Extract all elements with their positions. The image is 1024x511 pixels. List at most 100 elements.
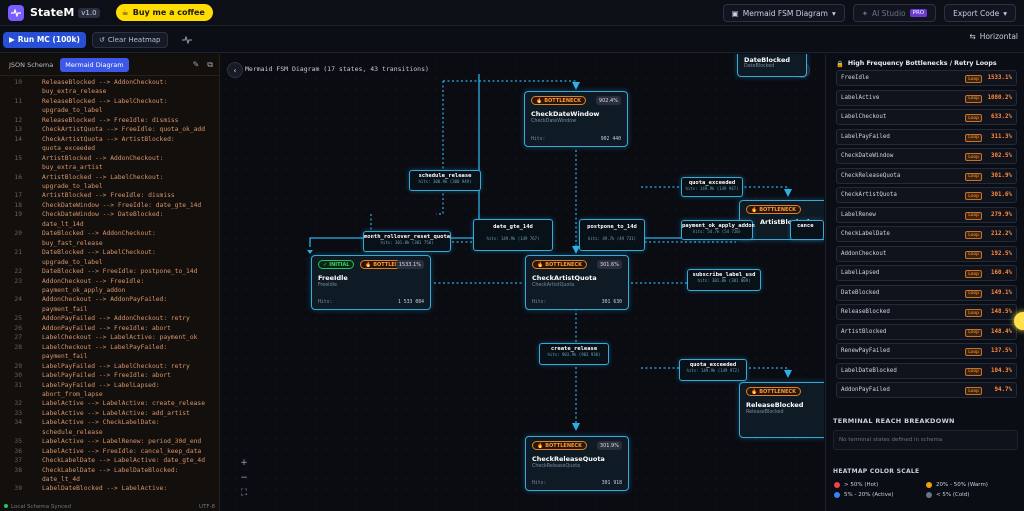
edge-label-quota-exceeded-top[interactable]: quota_exceeded hits: 149.9k (149 947) <box>681 177 743 197</box>
code-line[interactable]: 39 LabelDateBlocked --> LabelActive: <box>0 484 219 493</box>
code-line[interactable]: date_lt_4d <box>0 475 219 484</box>
code-line[interactable]: 28 LabelCheckout --> LabelPayFailed: <box>0 343 219 352</box>
code-line[interactable]: quota_exceeded <box>0 144 219 153</box>
bottleneck-row[interactable]: LabelActive Loop 1080.2% <box>836 89 1017 106</box>
code-line[interactable]: payment_fail <box>0 305 219 314</box>
node-check-release-quota[interactable]: 🔥 BOTTLENECK 301.9% CheckReleaseQuota Che… <box>525 436 629 491</box>
bottleneck-row[interactable]: CheckReleaseQuota Loop 301.9% <box>836 167 1017 184</box>
code-line[interactable]: 32 LabelActive --> LabelActive: create_re… <box>0 399 219 408</box>
code-line[interactable]: upgrade_to_label <box>0 106 219 115</box>
code-line[interactable]: 11 ReleaseBlocked --> LabelCheckout: <box>0 97 219 106</box>
code-line[interactable]: 16 ArtistBlocked --> LabelCheckout: <box>0 173 219 182</box>
copy-icon[interactable]: ⧉ <box>207 60 213 70</box>
diagram-select[interactable]: ▣ Mermaid FSM Diagram ▾ <box>722 4 845 22</box>
code-line[interactable]: buy_extra_release <box>0 87 219 96</box>
code-line[interactable]: 34 LabelActive --> CheckLabelDate: <box>0 418 219 427</box>
magic-wand-icon[interactable]: ✎ <box>193 60 200 70</box>
tab-mermaid-diagram[interactable]: Mermaid Diagram <box>60 57 129 72</box>
code-line[interactable]: 33 LabelActive --> LabelActive: add_artis… <box>0 409 219 418</box>
edge-label-payment-ok-apply-addon[interactable]: payment_ok_apply_addon hits: 54.7k (54 7… <box>681 220 755 240</box>
bottleneck-row[interactable]: CheckDateWindow Loop 302.5% <box>836 148 1017 164</box>
code-line[interactable]: 24 AddonCheckout --> AddonPayFailed: <box>0 295 219 304</box>
fit-view-button[interactable]: ⛶ <box>237 486 251 499</box>
zoom-out-button[interactable]: − <box>237 471 251 484</box>
code-line[interactable]: 25 AddonPayFailed --> AddonCheckout: retr… <box>0 314 219 323</box>
edge-label-date-gte-14d[interactable]: date_gte_14d hits: 149.9k (149 767) <box>473 219 553 251</box>
code-line[interactable]: 38 CheckLabelDate --> LabelDateBlocked: <box>0 466 219 475</box>
app-logo[interactable]: StateM v1.0 <box>8 4 100 21</box>
edge-label-postpone-to-14d[interactable]: postpone_to_14d hits: 49.7k (49 731) <box>579 219 645 251</box>
code-line[interactable]: buy_fast_release <box>0 239 219 248</box>
edge-label-month-rollover[interactable]: month_rollover_reset_quota hits: 301.0k … <box>363 231 451 252</box>
edge-label-cancel[interactable]: cance <box>790 220 824 240</box>
app-name: StateM <box>30 6 75 19</box>
node-check-artist-quota[interactable]: 🔥 BOTTLENECK 301.6% CheckArtistQuota Chec… <box>525 255 629 310</box>
code-line[interactable]: schedule_release <box>0 428 219 437</box>
bottleneck-row[interactable]: CheckArtistQuota Loop 301.6% <box>836 187 1017 203</box>
pan-left-button[interactable]: ‹ <box>227 62 243 78</box>
edge-label-create-release[interactable]: create_release hits: 903.9k (903 930) <box>539 343 609 365</box>
code-line[interactable]: 29 LabelPayFailed --> LabelCheckout: retr… <box>0 362 219 371</box>
pulse-button[interactable] <box>180 33 194 47</box>
node-free-idle[interactable]: ✓ INITIAL 🔥 BOTTLENECK 1533.1% FreeIdle Fr… <box>311 255 431 310</box>
node-check-date-window[interactable]: 🔥 BOTTLENECK 902.4% CheckDateWindow Check… <box>524 91 628 147</box>
run-mc-button[interactable]: ▶ Run MC (100k) <box>3 31 86 48</box>
code-line[interactable]: 20 DateBlocked --> AddonCheckout: <box>0 229 219 238</box>
bottleneck-badge: 🔥 BOTTLENECK <box>532 260 587 269</box>
code-line[interactable]: 21 DateBlocked --> LabelCheckout: <box>0 248 219 257</box>
code-line[interactable]: 17 ArtistBlocked --> FreeIdle: dismiss <box>0 191 219 200</box>
code-line[interactable]: buy_extra_artist <box>0 163 219 172</box>
legend-item: > 50% (Hot) <box>834 482 926 488</box>
tab-json-schema[interactable]: JSON Schema <box>4 58 58 72</box>
code-line[interactable]: 30 LabelPayFailed --> FreeIdle: abort <box>0 371 219 380</box>
bottleneck-row[interactable]: LabelPayFailed Loop 311.3% <box>836 128 1017 145</box>
node-date-blocked[interactable]: DateBlocked DateBlocked <box>737 54 807 77</box>
bottleneck-row[interactable]: AddonPayFailed Loop 94.7% <box>836 382 1017 398</box>
code-line[interactable]: 19 CheckDateWindow --> DateBlocked: <box>0 210 219 219</box>
code-line[interactable]: upgrade_to_label <box>0 258 219 267</box>
code-line[interactable]: abort_from_lapse <box>0 390 219 399</box>
code-editor[interactable]: 10 ReleaseBlocked --> AddonCheckout: buy_e… <box>0 78 219 498</box>
ai-studio-button[interactable]: ✦ AI Studio PRO <box>852 4 937 22</box>
code-line[interactable]: 35 LabelActive --> LabelRenew: period_30d… <box>0 437 219 446</box>
code-line[interactable]: 12 ReleaseBlocked --> FreeIdle: dismiss <box>0 116 219 125</box>
bottleneck-row[interactable]: ReleaseBlocked Loop 148.5% <box>836 304 1017 320</box>
layout-toggle[interactable]: ⇆ Horizontal <box>969 32 1018 41</box>
bottleneck-row[interactable]: LabelDateBlocked Loop 104.3% <box>836 362 1017 379</box>
code-line[interactable]: 36 LabelActive --> FreeIdle: cancel_keep_… <box>0 447 219 456</box>
edge-label-quota-exceeded-bottom[interactable]: quota_exceeded hits: 149.9k (149 972) <box>679 359 747 381</box>
code-line[interactable]: 18 CheckDateWindow --> FreeIdle: date_gte… <box>0 201 219 210</box>
code-line[interactable]: 15 ArtistBlocked --> AddonCheckout: <box>0 154 219 163</box>
diagram-canvas[interactable]: ‹ › Mermaid FSM Diagram (17 states, 43 t… <box>221 54 824 511</box>
code-line[interactable]: 22 DateBlocked --> FreeIdle: postpone_to_… <box>0 267 219 276</box>
bottleneck-row[interactable]: LabelLapsed Loop 160.4% <box>836 265 1017 281</box>
code-line[interactable]: payment_ok_apply_addon <box>0 286 219 295</box>
code-line[interactable]: date_lt_14d <box>0 220 219 229</box>
buy-me-coffee-button[interactable]: ☕ Buy me a coffee <box>115 4 213 21</box>
edge-label-subscribe-label-usd[interactable]: subscribe_label_usd hits: 301.0k (301 00… <box>687 269 761 291</box>
edge-label-schedule-release[interactable]: schedule_release hits: 300.9k (300 949) <box>409 170 481 191</box>
bottleneck-row[interactable]: AddonCheckout Loop 192.5% <box>836 245 1017 262</box>
bottleneck-row[interactable]: CheckLabelDate Loop 212.2% <box>836 226 1017 242</box>
export-code-button[interactable]: Export Code ▾ <box>944 4 1016 22</box>
code-line[interactable]: 27 LabelCheckout --> LabelActive: payment… <box>0 333 219 342</box>
clear-heatmap-button[interactable]: ↺ Clear Heatmap <box>91 31 168 48</box>
code-line[interactable]: 26 AddonPayFailed --> FreeIdle: abort <box>0 324 219 333</box>
code-line[interactable]: 13 CheckArtistQuota --> FreeIdle: quota_o… <box>0 125 219 134</box>
bottleneck-row[interactable]: LabelRenew Loop 279.9% <box>836 206 1017 223</box>
bottleneck-row[interactable]: LabelCheckout Loop 633.2% <box>836 109 1017 125</box>
code-line[interactable]: 10 ReleaseBlocked --> AddonCheckout: <box>0 78 219 87</box>
bottleneck-row[interactable]: ArtistBlocked Loop 148.4% <box>836 323 1017 340</box>
code-line[interactable]: 23 AddonCheckout --> FreeIdle: <box>0 277 219 286</box>
bottleneck-row[interactable]: RenewPayFailed Loop 137.5% <box>836 343 1017 359</box>
code-line[interactable]: payment_fail <box>0 352 219 361</box>
code-line[interactable]: 37 CheckLabelDate --> LabelActive: date_g… <box>0 456 219 465</box>
line-number: 23 <box>14 277 22 285</box>
code-line[interactable]: 31 LabelPayFailed --> LabelLapsed: <box>0 381 219 390</box>
bottleneck-row[interactable]: FreeIdle Loop 1533.1% <box>836 70 1017 86</box>
node-release-blocked[interactable]: 🔥 BOTTLENECK ReleaseBlocked ReleaseBlocke… <box>739 382 824 438</box>
zoom-in-button[interactable]: + <box>237 456 251 469</box>
code-line[interactable]: upgrade_to_label <box>0 182 219 191</box>
bottleneck-row[interactable]: DateBlocked Loop 149.1% <box>836 284 1017 301</box>
code-line[interactable]: 14 CheckArtistQuota --> ArtistBlocked: <box>0 135 219 144</box>
